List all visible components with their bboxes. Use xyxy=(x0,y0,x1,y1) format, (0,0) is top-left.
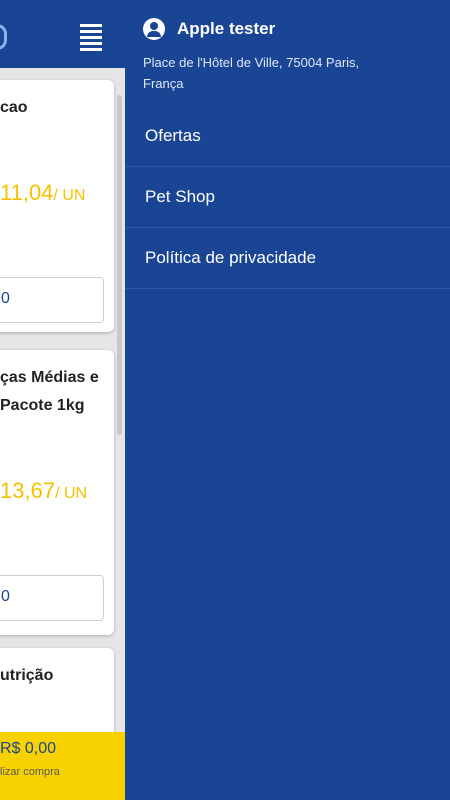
product-title: ças Médias e Pacote 1kg xyxy=(0,369,99,414)
user-name: Apple tester xyxy=(177,19,276,38)
product-card[interactable]: ças Médias e Pacote 1kg 13,67/ UN 0 xyxy=(0,350,114,635)
quantity-field[interactable]: 0 xyxy=(0,575,104,621)
user-address: Place de l'Hôtel de Ville, 75004 Paris, … xyxy=(143,55,360,91)
product-card[interactable]: cao 11,04/ UN 0 xyxy=(0,80,114,332)
navigation-drawer: Apple tester Place de l'Hôtel de Ville, … xyxy=(125,0,450,800)
cart-bar[interactable]: R$ 0,00 lizar compra xyxy=(0,732,125,800)
scrollbar[interactable] xyxy=(117,95,122,435)
quantity-field[interactable]: 0 xyxy=(0,277,104,323)
logo-fragment xyxy=(0,24,7,50)
user-profile: Apple tester Place de l'Hôtel de Ville, … xyxy=(143,18,443,94)
menu-item-pet-shop[interactable]: Pet Shop xyxy=(125,167,450,228)
background-app: cao 11,04/ UN 0 ças Médias e Pacote 1kg … xyxy=(0,0,125,800)
product-price: 11,04/ UN xyxy=(0,180,86,205)
app-header xyxy=(0,0,125,68)
cart-total: R$ 0,00 xyxy=(0,740,57,757)
product-title: utrição xyxy=(0,667,54,684)
menu-icon[interactable] xyxy=(80,24,102,51)
product-title: cao xyxy=(0,99,28,116)
account-icon xyxy=(143,18,165,40)
drawer-menu: Ofertas Pet Shop Política de privacidade xyxy=(125,106,450,289)
cart-subtitle: lizar compra xyxy=(0,766,60,778)
menu-item-ofertas[interactable]: Ofertas xyxy=(125,106,450,167)
menu-item-privacy-policy[interactable]: Política de privacidade xyxy=(125,228,450,289)
product-price: 13,67/ UN xyxy=(0,478,88,503)
